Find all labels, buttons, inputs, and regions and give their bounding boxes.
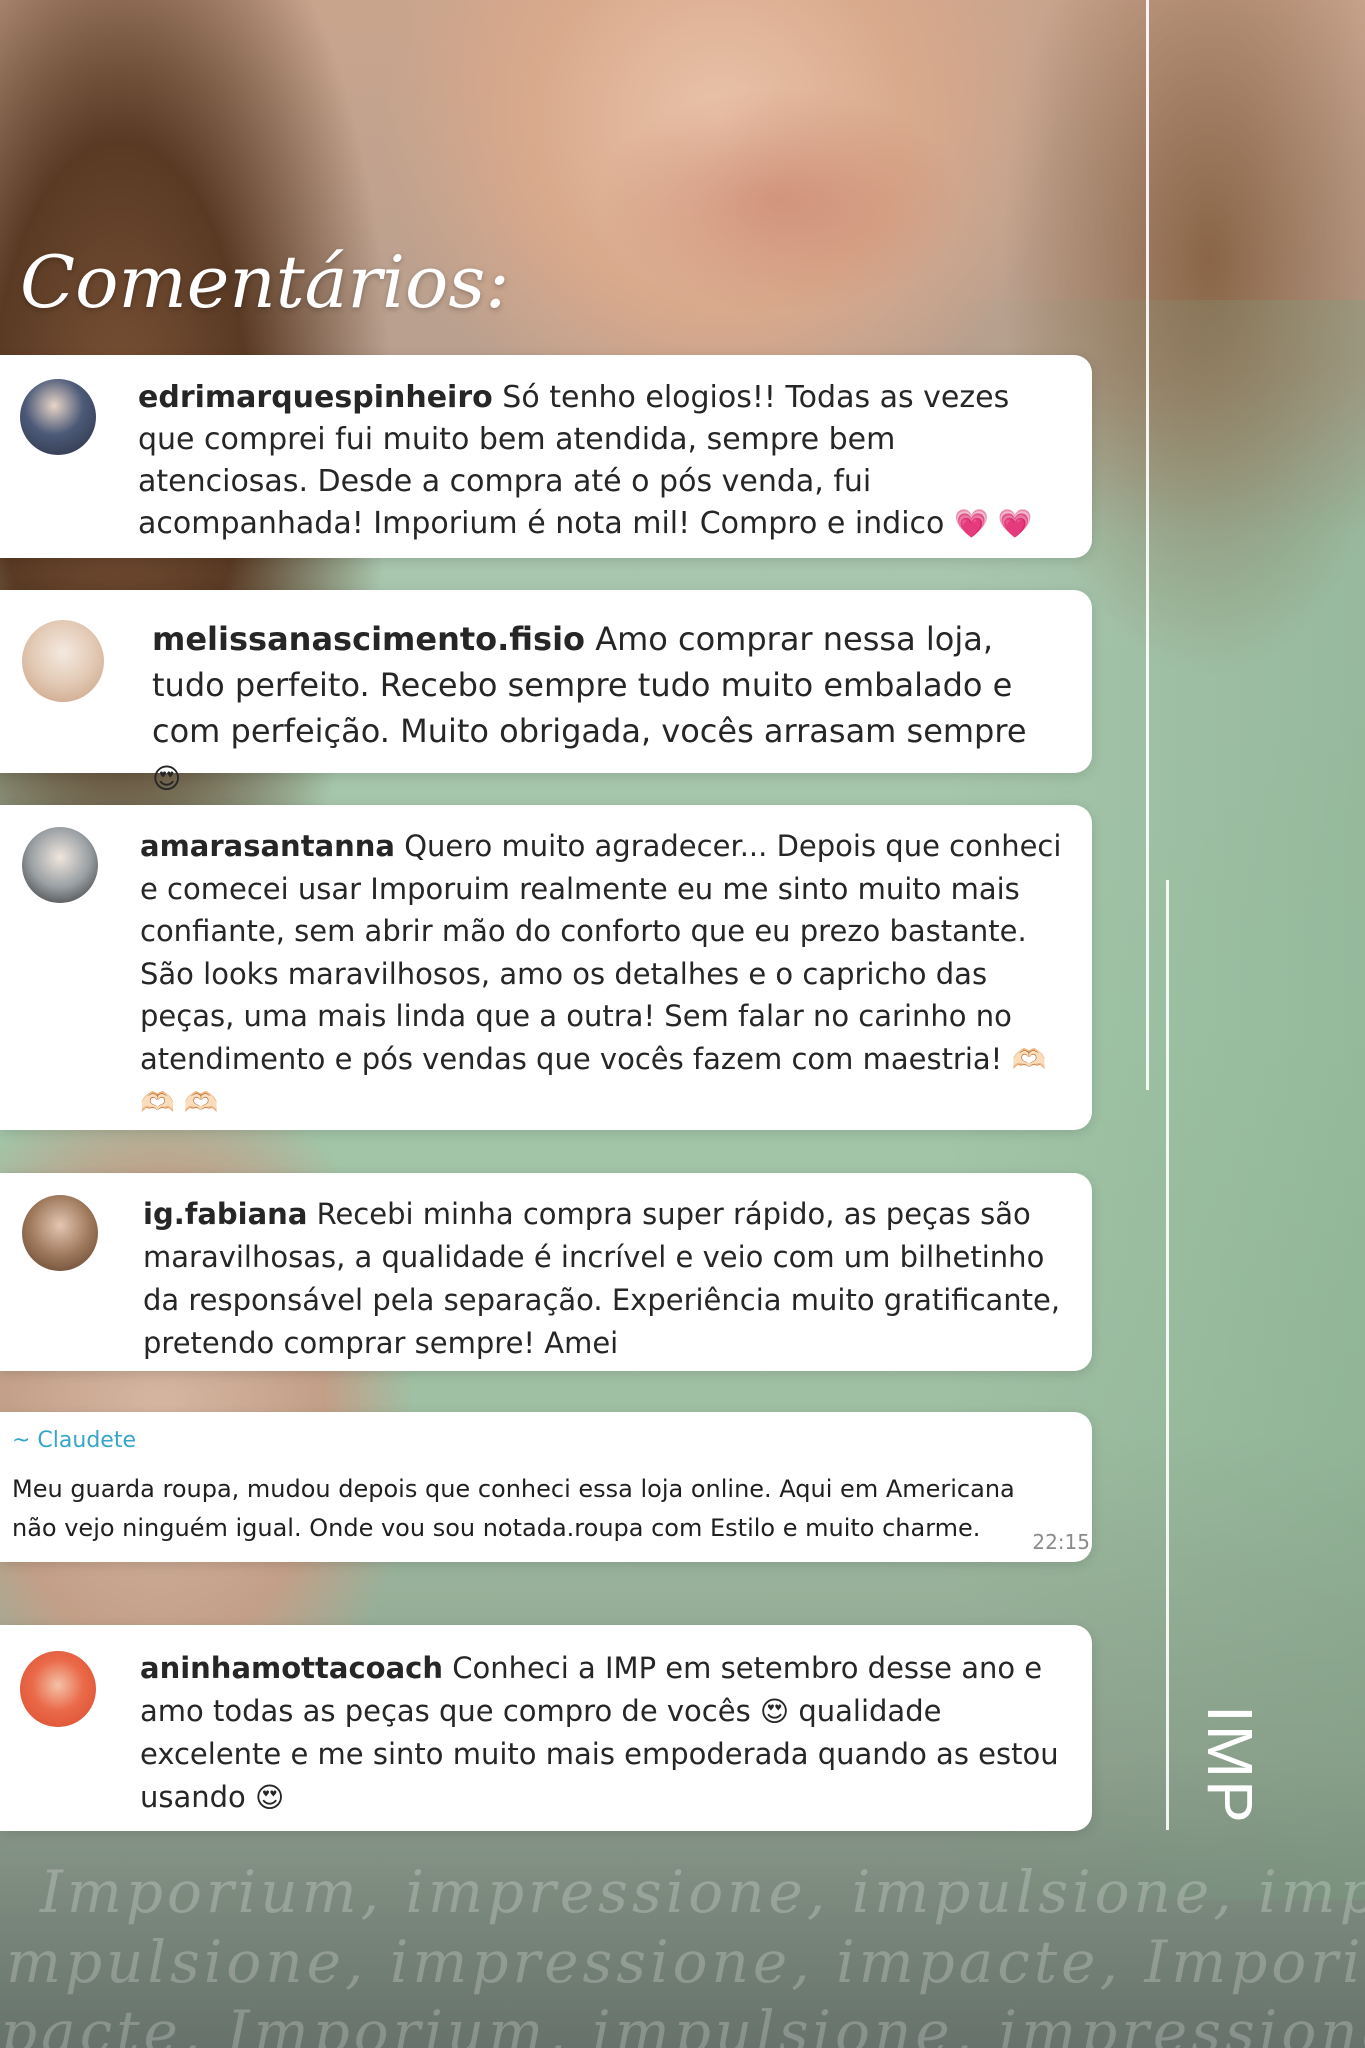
comment-card: amarasantanna Quero muito agradecer... D… [0, 805, 1092, 1130]
heart-emoji-icon: 💗 💗 [953, 507, 1033, 540]
comment-username[interactable]: aninhamottacoach [140, 1651, 443, 1685]
brand-text: IMP [1194, 1705, 1266, 1825]
comment-username[interactable]: edrimarquespinheiro [138, 380, 493, 415]
whatsapp-message-card: ~ Claudete Meu guarda roupa, mudou depoi… [0, 1412, 1092, 1562]
avatar[interactable] [22, 827, 98, 903]
watermark-line: pacte, Imporium, impulsione, impressione… [0, 1998, 1365, 2048]
comment-text: amarasantanna Quero muito agradecer... D… [140, 825, 1070, 1125]
comment-text: edrimarquespinheiro Só tenho elogios!! T… [138, 377, 1058, 545]
avatar[interactable] [20, 379, 96, 455]
brand-logo: IMP [1190, 1705, 1270, 1845]
avatar[interactable] [20, 1651, 96, 1727]
comment-username[interactable]: amarasantanna [140, 829, 395, 863]
message-time: 22:15 [1032, 1530, 1090, 1554]
decorative-line-bottom [1166, 880, 1169, 1830]
heart-eyes-emoji-icon: 😍 [759, 1695, 790, 1728]
heart-eyes-emoji-icon: 😍 [255, 1781, 285, 1814]
decorative-line-top [1146, 0, 1149, 1090]
message-sender: ~ Claudete [12, 1428, 136, 1453]
avatar[interactable] [22, 1195, 98, 1271]
comment-text: melissanascimento.fisio Amo comprar ness… [152, 616, 1052, 802]
comment-username[interactable]: melissanascimento.fisio [152, 620, 585, 658]
comment-card: ig.fabiana Recebi minha compra super ráp… [0, 1173, 1092, 1371]
watermark-line: mpulsione, impressione, impacte, Imporiu… [6, 1928, 1365, 1996]
comment-body: Quero muito agradecer... Depois que conh… [140, 829, 1062, 1076]
comment-text: aninhamottacoach Conheci a IMP em setemb… [140, 1647, 1075, 1819]
comment-card: edrimarquespinheiro Só tenho elogios!! T… [0, 355, 1092, 558]
heart-eyes-emoji-icon: 😍 [152, 762, 182, 795]
comment-text: ig.fabiana Recebi minha compra super ráp… [143, 1193, 1068, 1365]
page-title: Comentários: [20, 240, 510, 324]
avatar[interactable] [22, 620, 104, 702]
comment-card: aninhamottacoach Conheci a IMP em setemb… [0, 1625, 1092, 1831]
comment-username[interactable]: ig.fabiana [143, 1197, 307, 1231]
comment-card: melissanascimento.fisio Amo comprar ness… [0, 590, 1092, 795]
watermark-line: Imporium, impressione, impulsione, impac… [40, 1858, 1365, 1926]
message-text: Meu guarda roupa, mudou depois que conhe… [12, 1475, 1015, 1542]
story-background: Comentários: edrimarquespinheiro Só tenh… [0, 0, 1365, 2048]
